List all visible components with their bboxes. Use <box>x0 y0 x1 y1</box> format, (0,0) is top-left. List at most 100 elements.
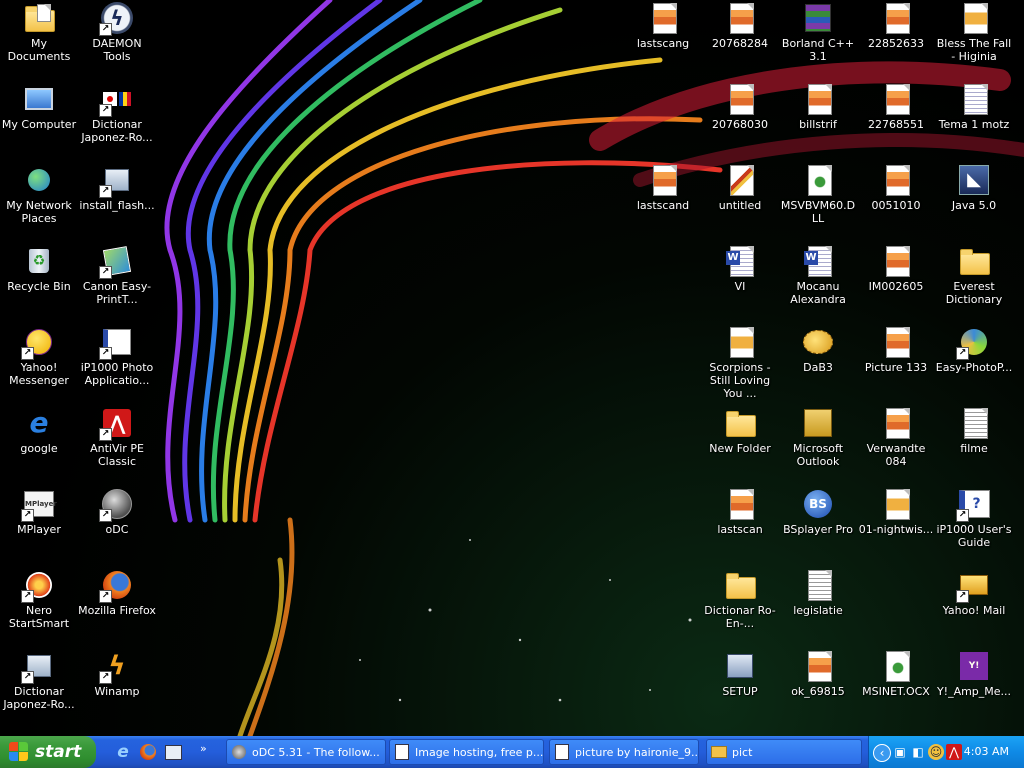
icon-label: billstrif <box>799 118 837 131</box>
desktop-icon-msinet-ocx[interactable]: MSINET.OCX <box>857 650 935 728</box>
desktop[interactable]: My Documents ϟ ↗ DAEMON Tools My Computer… <box>0 0 1024 736</box>
desktop-icon-my-computer[interactable]: My Computer <box>0 83 78 161</box>
taskbar-button-pict[interactable]: pict <box>706 739 862 765</box>
desktop-icon-yahoo-messenger[interactable]: ↗ Yahoo! Messenger <box>0 326 78 404</box>
desktop-icon-ip1000-user-guide[interactable]: ? ↗ iP1000 User's Guide <box>935 488 1013 566</box>
tray-volume-icon[interactable]: ◧ <box>910 744 926 760</box>
desktop-icon-lastscand[interactable]: lastscand <box>624 164 702 242</box>
icon-label: ok_69815 <box>791 685 845 698</box>
desktop-icon-bless-the-fall[interactable]: Bless The Fall - Higinia <box>935 2 1013 80</box>
desktop-icon-mocanu-alexandra[interactable]: W Mocanu Alexandra <box>779 245 857 323</box>
desktop-icon-im002605[interactable]: IM002605 <box>857 245 935 323</box>
taskbar: start e » oDC 5.31 - The follow... Image… <box>0 736 1024 768</box>
desktop-icon-picture-133[interactable]: Picture 133 <box>857 326 935 404</box>
desktop-icon-filme[interactable]: filme <box>935 407 1013 485</box>
taskbar-button-image-hosting[interactable]: Image hosting, free p... <box>389 739 544 765</box>
shortcut-arrow-icon: ↗ <box>99 266 112 279</box>
desktop-icon-lastscang[interactable]: lastscang <box>624 2 702 80</box>
desktop-icon-yahoo-mail[interactable]: ↗ Yahoo! Mail <box>935 569 1013 647</box>
desktop-icon-firefox[interactable]: ↗ Mozilla Firefox <box>78 569 156 647</box>
desktop-icon-nero[interactable]: ↗ Nero StartSmart <box>0 569 78 647</box>
desktop-icon-ip1000-photo[interactable]: ↗ iP1000 Photo Applicatio... <box>78 326 156 404</box>
desktop-icon-01-nightwis[interactable]: 01-nightwis... <box>857 488 935 566</box>
tray-network-icon[interactable]: ▣ <box>892 744 908 760</box>
desktop-icon-antivir[interactable]: ⋀ ↗ AntiVir PE Classic <box>78 407 156 485</box>
desktop-icon-my-documents[interactable]: My Documents <box>0 2 78 80</box>
desktop-icon-ok-69815[interactable]: ok_69815 <box>779 650 857 728</box>
icon-label: lastscan <box>717 523 763 536</box>
desktop-icon-network-places[interactable]: My Network Places <box>0 164 78 242</box>
tray-antivir-icon[interactable]: ⋀ <box>946 744 962 760</box>
desktop-icon-untitled[interactable]: untitled <box>701 164 779 242</box>
image-file-icon <box>886 246 910 277</box>
desktop-icon-vi[interactable]: W VI <box>701 245 779 323</box>
desktop-icon-y-amp-me[interactable]: Y! Y!_Amp_Me... <box>935 650 1013 728</box>
desktop-icon-dictionar-japonez[interactable]: ↗ Dictionar Japonez-Ro... <box>78 83 156 161</box>
desktop-icon-easy-photop[interactable]: ↗ Easy-PhotoP... <box>935 326 1013 404</box>
image-file-icon <box>653 165 677 196</box>
desktop-icon-dictionar-ro-en[interactable]: Dictionar Ro-En-... <box>701 569 779 647</box>
desktop-icon-setup[interactable]: SETUP <box>701 650 779 728</box>
desktop-icon-everest-dictionary[interactable]: Everest Dictionary <box>935 245 1013 323</box>
desktop-icon-0051010[interactable]: 0051010 <box>857 164 935 242</box>
taskbar-button-picture[interactable]: picture by haironie_9... <box>549 739 699 765</box>
icon-label: Nero StartSmart <box>8 604 70 630</box>
icon-label: Dictionar Japonez-Ro... <box>3 685 75 711</box>
icon-label: 22852633 <box>868 37 924 50</box>
desktop-icon-google[interactable]: e google <box>0 407 78 485</box>
desktop-icon-daemon-tools[interactable]: ϟ ↗ DAEMON Tools <box>78 2 156 80</box>
icon-label: VI <box>734 280 746 293</box>
word-document-icon <box>964 84 988 115</box>
start-button[interactable]: start <box>0 736 96 768</box>
icon-label: iP1000 User's Guide <box>936 523 1012 549</box>
icon-label: Everest Dictionary <box>945 280 1003 306</box>
desktop-icon-scorpions[interactable]: Scorpions - Still Loving You ... <box>701 326 779 404</box>
desktop-icon-20768284[interactable]: 20768284 <box>701 2 779 80</box>
desktop-icon-java[interactable]: ◣ Java 5.0 <box>935 164 1013 242</box>
desktop-icon-bsplayer[interactable]: BS BSplayer Pro <box>779 488 857 566</box>
internet-explorer-icon[interactable]: e <box>112 741 134 763</box>
dll-file-icon <box>886 651 910 682</box>
desktop-icon-verwandte-084[interactable]: Verwandte 084 <box>857 407 935 485</box>
desktop-icon-lastscan[interactable]: lastscan <box>701 488 779 566</box>
odc-icon <box>231 744 247 760</box>
desktop-icon-msvbvm60[interactable]: MSVBVM60.DLL <box>779 164 857 242</box>
desktop-icon-22852633[interactable]: 22852633 <box>857 2 935 80</box>
firefox-icon[interactable] <box>137 741 159 763</box>
icon-label: AntiVir PE Classic <box>90 442 144 468</box>
desktop-icon-20768030[interactable]: 20768030 <box>701 83 779 161</box>
icon-label: legislatie <box>793 604 843 617</box>
desktop-icon-dab3[interactable]: DaB3 <box>779 326 857 404</box>
desktop-icon-dictionar-japonez-2[interactable]: ↗ Dictionar Japonez-Ro... <box>0 650 78 728</box>
taskbar-button-odc[interactable]: oDC 5.31 - The follow... <box>226 739 386 765</box>
image-file-icon <box>730 489 754 520</box>
desktop-icon-canon-easy-print[interactable]: ↗ Canon Easy-PrintT... <box>78 245 156 323</box>
desktop-icon-odc[interactable]: ↗ oDC <box>78 488 156 566</box>
icon-label: Recycle Bin <box>7 280 71 293</box>
folder-icon <box>726 411 756 437</box>
quick-launch-overflow[interactable]: » <box>200 742 207 755</box>
clock[interactable]: 4:03 AM <box>964 745 1009 758</box>
desktop-icon-install-flash[interactable]: ↗ install_flash... <box>78 164 156 242</box>
desktop-icon-borland[interactable]: Borland C++ 3.1 <box>779 2 857 80</box>
tray-messenger-icon[interactable]: ☺ <box>928 744 944 760</box>
desktop-icon-new-folder[interactable]: New Folder <box>701 407 779 485</box>
desktop-icon-billstrif[interactable]: billstrif <box>779 83 857 161</box>
icon-label: Mocanu Alexandra <box>790 280 846 306</box>
icon-label: MSVBVM60.DLL <box>780 199 856 225</box>
image-file-icon <box>886 84 910 115</box>
tray-expand-icon[interactable]: ‹ <box>873 744 891 762</box>
desktop-icon-winamp[interactable]: ϟ ↗ Winamp <box>78 650 156 728</box>
icon-label: Yahoo! Messenger <box>9 361 69 387</box>
desktop-icon-recycle-bin[interactable]: ♻ Recycle Bin <box>0 245 78 323</box>
folder-icon <box>726 573 756 599</box>
desktop-icon-mplayer[interactable]: MPlayer ↗ MPlayer <box>0 488 78 566</box>
shortcut-arrow-icon: ↗ <box>99 509 112 522</box>
desktop-icon-legislatie[interactable]: legislatie <box>779 569 857 647</box>
desktop-icon-tema-1-motz[interactable]: Tema 1 motz <box>935 83 1013 161</box>
word-badge-icon: W <box>804 251 818 265</box>
desktop-icon-22768551[interactable]: 22768551 <box>857 83 935 161</box>
show-desktop-icon[interactable] <box>162 741 184 763</box>
icon-label: Bless The Fall - Higinia <box>936 37 1012 63</box>
desktop-icon-microsoft-outlook[interactable]: Microsoft Outlook <box>779 407 857 485</box>
